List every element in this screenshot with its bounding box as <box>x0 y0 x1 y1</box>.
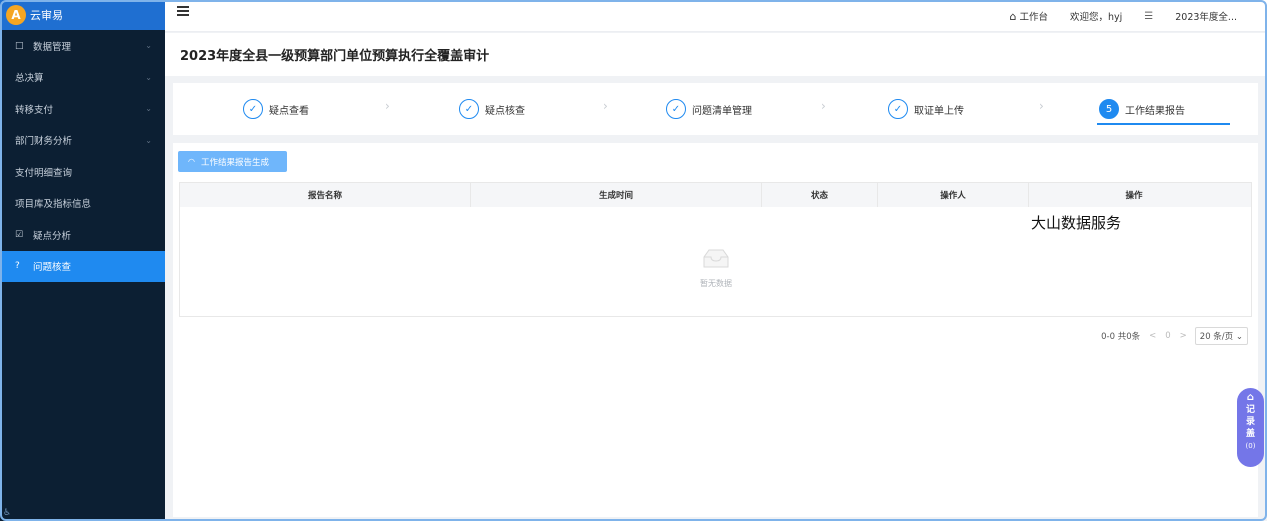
chevron-down-icon: ⌄ <box>145 135 152 145</box>
page-number[interactable]: 0 <box>1165 331 1170 341</box>
app-logo[interactable]: A 云审易 <box>0 0 165 30</box>
column-header: 状态 <box>762 183 878 207</box>
sidebar-item-label: 支付明细查询 <box>15 167 73 179</box>
sidebar-item-label: 总决算 <box>15 73 44 85</box>
top-header: ⌂ 工作台 欢迎您，hyj ☰ 2023年度全... <box>165 0 1267 32</box>
next-page-icon[interactable]: > <box>1180 331 1187 341</box>
chevron-down-icon: ⌄ <box>145 41 152 51</box>
pagination: 0-0 共0条 < 0 > 20 条/页 ⌄ <box>1101 327 1248 345</box>
sidebar-item-label: 数据管理 <box>33 41 72 53</box>
chevron-down-icon: ⌄ <box>145 104 152 114</box>
logo-icon: A <box>6 5 26 25</box>
sidebar-item-label: 部门财务分析 <box>15 136 73 148</box>
table-header: 报告名称 生成时间 状态 操作人 操作 <box>180 183 1251 207</box>
step-label: 工作结果报告 <box>1125 105 1185 117</box>
document-icon: □ <box>15 40 24 51</box>
step-work-report[interactable]: 5 工作结果报告 <box>1099 83 1185 135</box>
checkbox-icon: ☑ <box>15 229 24 240</box>
list-icon[interactable]: ☰ <box>1144 11 1153 22</box>
widget-count: (0) <box>1245 442 1256 450</box>
column-header: 报告名称 <box>180 183 471 207</box>
sidebar-item-transfer-payment[interactable]: 转移支付 ⌄ <box>0 93 165 125</box>
accessibility-icon: ♿ <box>3 508 12 518</box>
widget-char: 录 <box>1245 417 1255 427</box>
sidebar-item-issue-check[interactable]: ? 问题核查 <box>0 250 165 282</box>
pagination-summary: 0-0 共0条 <box>1101 332 1141 342</box>
step-separator-icon: › <box>385 99 390 113</box>
column-header: 生成时间 <box>471 183 762 207</box>
step-number-badge: 5 <box>1099 99 1119 119</box>
sidebar-item-label: 转移支付 <box>15 104 54 116</box>
step-separator-icon: › <box>603 99 608 113</box>
prev-page-icon[interactable]: < <box>1149 331 1156 341</box>
step-suspicion-view[interactable]: ✓ 疑点查看 <box>243 83 309 135</box>
watermark-text: 大山数据服务 <box>1031 214 1122 232</box>
active-step-indicator <box>1097 123 1230 125</box>
step-separator-icon: › <box>821 99 826 113</box>
step-label: 疑点查看 <box>269 105 309 117</box>
sidebar: A 云审易 □ 数据管理 ⌄ 总决算 ⌄ 转移支付 ⌄ 部门财务分析 ⌄ 支付明… <box>0 0 165 521</box>
menu-collapse-icon[interactable] <box>177 6 189 16</box>
basket-icon: ⌂ <box>1246 392 1255 403</box>
step-label: 问题清单管理 <box>692 105 752 117</box>
column-header: 操作人 <box>878 183 1029 207</box>
page-size-select[interactable]: 20 条/页 ⌄ <box>1194 327 1248 345</box>
sidebar-item-dept-finance-analysis[interactable]: 部门财务分析 ⌄ <box>0 125 165 157</box>
check-icon: ✓ <box>666 99 686 119</box>
page-title: 2023年度全县一级预算部门单位预算执行全覆盖审计 <box>165 33 1267 76</box>
welcome-user[interactable]: 欢迎您，hyj <box>1070 9 1122 23</box>
workbench-link[interactable]: ⌂ 工作台 <box>1009 9 1048 24</box>
loading-icon: ◠ <box>188 157 195 166</box>
step-issue-list[interactable]: ✓ 问题清单管理 <box>666 83 752 135</box>
sidebar-item-label: 问题核查 <box>33 262 72 274</box>
sidebar-item-payment-detail[interactable]: 支付明细查询 <box>0 156 165 188</box>
step-label: 取证单上传 <box>914 105 964 117</box>
generate-report-button[interactable]: ◠ 工作结果报告生成 <box>178 151 287 172</box>
record-cover-widget[interactable]: ⌂ 记 录 盖 (0) <box>1237 388 1264 467</box>
header-right: ⌂ 工作台 欢迎您，hyj ☰ 2023年度全... <box>987 0 1237 32</box>
empty-state: 暂无数据 <box>696 247 736 289</box>
step-evidence-upload[interactable]: ✓ 取证单上传 <box>888 83 964 135</box>
chevron-down-icon: ⌄ <box>145 72 152 82</box>
workflow-steps: ✓ 疑点查看 › ✓ 疑点核查 › ✓ 问题清单管理 › ✓ 取证单上传 › 5… <box>173 83 1258 135</box>
sidebar-item-suspicion-analysis[interactable]: ☑ 疑点分析 <box>0 219 165 251</box>
report-panel: ◠ 工作结果报告生成 报告名称 生成时间 状态 操作人 操作 大山数据服务 暂无… <box>173 143 1258 517</box>
step-separator-icon: › <box>1039 99 1044 113</box>
sidebar-item-final-accounts[interactable]: 总决算 ⌄ <box>0 62 165 94</box>
empty-inbox-icon <box>703 249 729 268</box>
workbench-label: 工作台 <box>1019 12 1048 23</box>
step-label: 疑点核查 <box>485 105 525 117</box>
generate-report-label: 工作结果报告生成 <box>200 157 269 168</box>
column-header: 操作 <box>1125 191 1143 201</box>
report-table: 报告名称 生成时间 状态 操作人 操作 大山数据服务 暂无数据 <box>179 182 1252 317</box>
sidebar-item-project-library[interactable]: 项目库及指标信息 <box>0 188 165 220</box>
widget-char: 记 <box>1245 405 1255 415</box>
year-project-selector[interactable]: 2023年度全... <box>1175 9 1237 23</box>
sidebar-item-label: 疑点分析 <box>33 230 72 242</box>
empty-text: 暂无数据 <box>700 279 732 288</box>
home-icon: ⌂ <box>1009 9 1017 23</box>
step-suspicion-check[interactable]: ✓ 疑点核查 <box>459 83 525 135</box>
question-circle-icon: ? <box>15 261 20 272</box>
sidebar-item-data-management[interactable]: □ 数据管理 ⌄ <box>0 30 165 62</box>
check-icon: ✓ <box>459 99 479 119</box>
widget-char: 盖 <box>1245 429 1255 439</box>
check-icon: ✓ <box>888 99 908 119</box>
check-icon: ✓ <box>243 99 263 119</box>
sidebar-item-label: 项目库及指标信息 <box>15 199 92 211</box>
app-name: 云审易 <box>30 9 63 22</box>
